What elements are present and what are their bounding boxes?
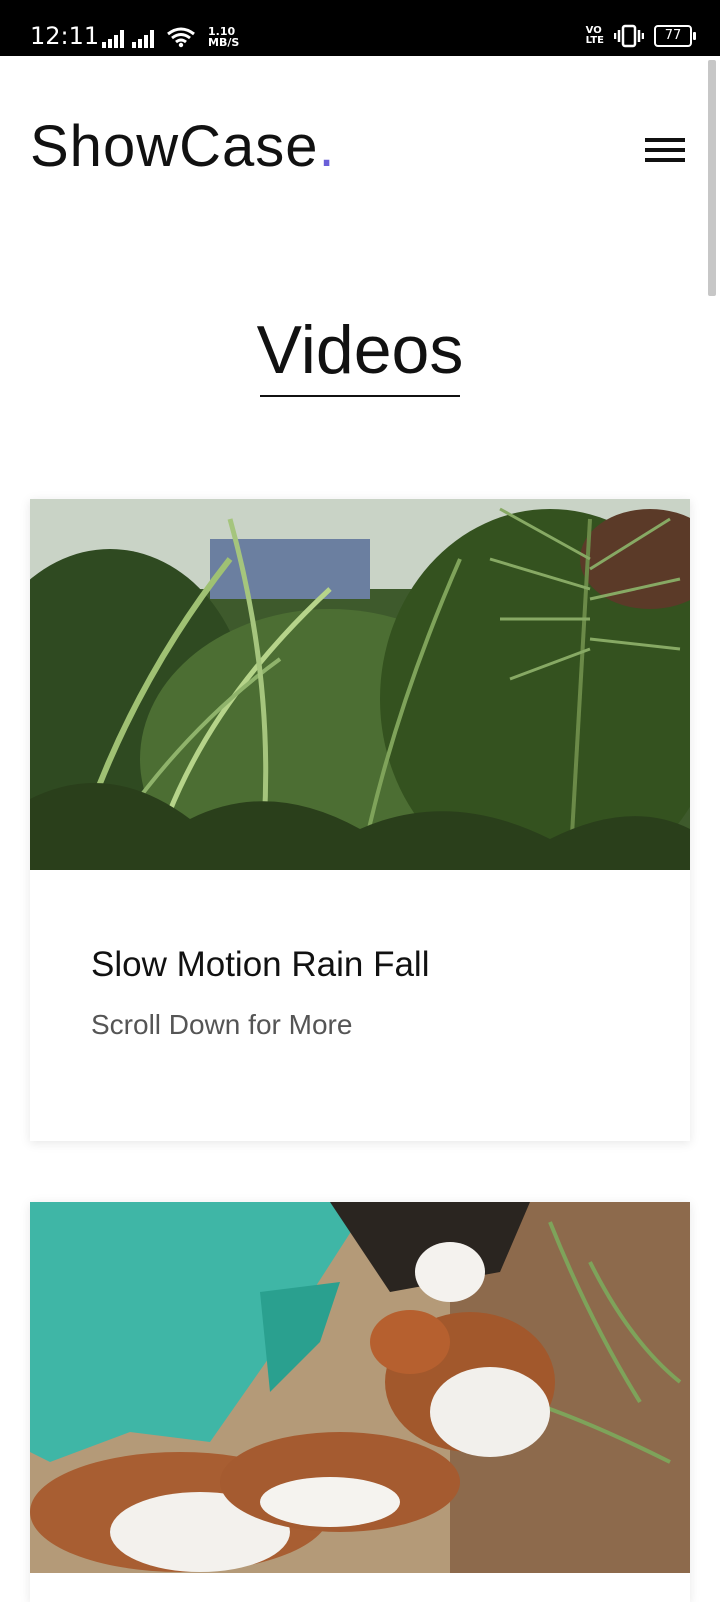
site-logo[interactable]: ShowCase.	[30, 112, 336, 182]
vibrate-icon	[614, 24, 644, 48]
network-speed: 1.10 MB/S	[208, 26, 239, 48]
puppies-thumbnail	[30, 1202, 690, 1573]
status-left-icons: 1.10 MB/S	[102, 24, 239, 48]
signal-icon-2	[132, 28, 154, 48]
wifi-icon	[167, 27, 195, 48]
video-title[interactable]: Slow Motion Rain Fall	[91, 943, 429, 987]
section-title: Videos	[256, 312, 464, 388]
video-thumbnail-puppies[interactable]	[30, 1202, 690, 1573]
battery-icon: 77	[654, 25, 696, 47]
video-card[interactable]: Slow Motion Rain Fall Scroll Down for Mo…	[30, 499, 690, 1141]
volte-icon: VO LTE	[585, 25, 604, 46]
hamburger-menu-icon[interactable]	[640, 134, 690, 168]
status-time: 12:11	[30, 22, 100, 50]
video-card[interactable]	[30, 1202, 690, 1602]
scroll-indicator[interactable]	[708, 60, 716, 296]
rain-plants-thumbnail	[30, 499, 690, 870]
speed-unit: MB/S	[208, 36, 240, 49]
section-underline	[260, 395, 460, 397]
logo-text: ShowCase	[30, 114, 319, 179]
video-thumbnail-rain[interactable]	[30, 499, 690, 870]
status-right-icons: VO LTE 77	[585, 22, 696, 50]
status-bar: 12:11 1.10 MB/S VO LTE 77	[0, 0, 720, 56]
video-subtitle: Scroll Down for More	[91, 1009, 353, 1040]
logo-dot: .	[318, 114, 336, 179]
signal-icon	[102, 28, 124, 48]
